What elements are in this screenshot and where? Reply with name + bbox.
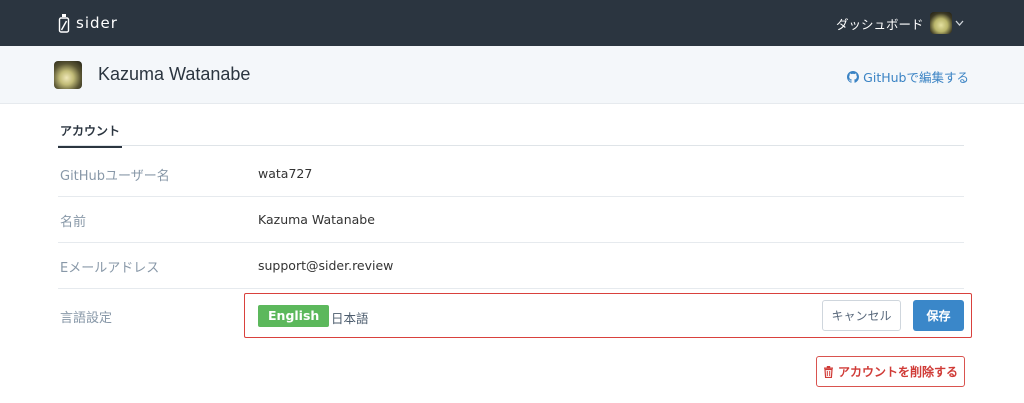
delete-account-label: アカウントを削除する bbox=[837, 365, 958, 379]
delete-account-button[interactable]: アカウントを削除する bbox=[816, 356, 965, 387]
language-option-english[interactable]: English bbox=[258, 305, 330, 327]
trash-icon bbox=[823, 365, 833, 378]
github-username-label: GitHubユーザー名 bbox=[60, 169, 170, 184]
cancel-button[interactable]: キャンセル bbox=[822, 300, 901, 331]
sider-logo-icon bbox=[58, 14, 70, 33]
tab-account[interactable]: アカウント bbox=[58, 122, 123, 148]
tab-bar: アカウント bbox=[58, 104, 964, 148]
github-username-row: GitHubユーザー名 wata727 bbox=[58, 151, 964, 197]
email-label: Eメールアドレス bbox=[60, 261, 160, 276]
email-row: Eメールアドレス support@sider.review bbox=[58, 243, 964, 289]
edit-link-label: GitHubで編集する bbox=[863, 70, 969, 85]
save-button[interactable]: 保存 bbox=[913, 300, 964, 331]
avatar bbox=[930, 12, 952, 34]
top-navbar: sider ダッシュボード bbox=[0, 0, 1024, 46]
name-row: 名前 Kazuma Watanabe bbox=[58, 197, 964, 243]
name-value: Kazuma Watanabe bbox=[258, 212, 375, 227]
github-icon bbox=[847, 70, 860, 83]
name-label: 名前 bbox=[60, 215, 87, 230]
profile-avatar bbox=[54, 61, 82, 89]
language-label: 言語設定 bbox=[60, 311, 113, 326]
page-title: Kazuma Watanabe bbox=[98, 64, 251, 84]
user-menu[interactable] bbox=[930, 12, 964, 34]
email-value: support@sider.review bbox=[258, 258, 394, 273]
language-setting-box: English 日本語 キャンセル 保存 bbox=[244, 293, 972, 338]
chevron-down-icon bbox=[955, 18, 964, 29]
profile-header: Kazuma Watanabe GitHubで編集する bbox=[0, 46, 1024, 104]
brand-name: sider bbox=[76, 14, 118, 32]
language-option-japanese[interactable]: 日本語 bbox=[331, 308, 369, 327]
edit-on-github-link[interactable]: GitHubで編集する bbox=[847, 67, 969, 86]
nav-dashboard-link[interactable]: ダッシュボード bbox=[836, 14, 924, 33]
brand-logo[interactable]: sider bbox=[58, 12, 118, 34]
github-username-value: wata727 bbox=[258, 166, 313, 181]
